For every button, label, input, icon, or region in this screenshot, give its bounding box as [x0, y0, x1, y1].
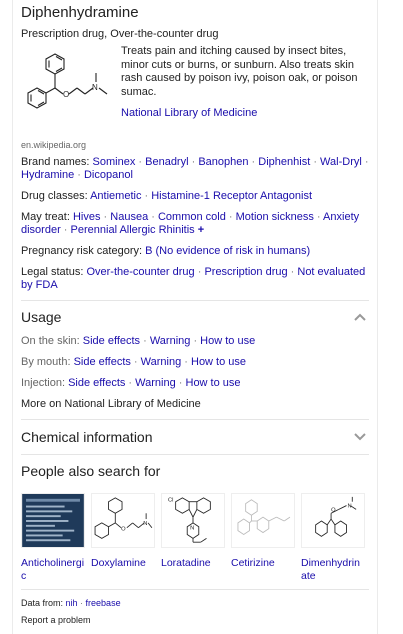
condition-link[interactable]: Motion sickness [236, 211, 314, 223]
fact-may-treat: May treat: Hives · Nausea · Common cold … [21, 211, 360, 236]
condition-link[interactable]: Nausea [110, 211, 148, 223]
side-effects-link[interactable]: Side effects [68, 377, 125, 389]
usage-row-mouth: By mouth: Side effects · Warning · How t… [21, 356, 247, 368]
brand-link[interactable]: Banophen [198, 156, 248, 168]
freebase-source-link[interactable]: freebase [86, 598, 121, 608]
svg-text:O: O [121, 527, 126, 533]
brand-link[interactable]: Diphenhist [258, 156, 310, 168]
usage-row-label: On the skin: [21, 335, 80, 347]
pasf-name[interactable]: Doxylamine [91, 557, 155, 570]
warning-link[interactable]: Warning [135, 377, 176, 389]
svg-text:O: O [331, 507, 336, 513]
brand-link[interactable]: Benadryl [145, 156, 188, 168]
pasf-item-anticholinergic[interactable]: Anticholinergic [21, 493, 85, 582]
drug-class-link[interactable]: Histamine-1 Receptor Antagonist [151, 190, 312, 202]
how-to-use-link[interactable]: How to use [186, 377, 241, 389]
fact-label: Brand names: [21, 156, 90, 168]
more-nlm-link[interactable]: More on National Library of Medicine [21, 398, 201, 410]
pregnancy-category-link[interactable]: B (No evidence of risk in humans) [145, 245, 310, 257]
divider [21, 419, 369, 420]
chemical-section-title[interactable]: Chemical information [21, 429, 153, 445]
fact-label: May treat: [21, 211, 70, 223]
pasf-item-cetirizine[interactable]: Cetirizine [231, 493, 295, 570]
brand-link[interactable]: Dicopanol [84, 169, 133, 181]
pasf-item-dimenhydrinate[interactable]: O N Dimenhydrinate [301, 493, 365, 582]
side-effects-link[interactable]: Side effects [83, 335, 140, 347]
data-from-label: Data from: [21, 598, 64, 608]
image-source[interactable]: en.wikipedia.org [21, 140, 86, 150]
dimenhydrinate-thumbnail[interactable]: O N [301, 493, 365, 548]
report-problem-link[interactable]: Report a problem [21, 615, 91, 625]
how-to-use-link[interactable]: How to use [191, 356, 246, 368]
pasf-name[interactable]: Cetirizine [231, 557, 295, 570]
usage-section-title[interactable]: Usage [21, 309, 61, 325]
divider [21, 589, 369, 590]
usage-row-injection: Injection: Side effects · Warning · How … [21, 377, 241, 389]
svg-text:N: N [143, 521, 147, 527]
usage-row-label: By mouth: [21, 356, 71, 368]
expand-plus-icon[interactable]: + [198, 224, 204, 236]
svg-text:N: N [190, 526, 194, 532]
brand-link[interactable]: Wal-Dryl [320, 156, 362, 168]
nih-source-link[interactable]: nih [66, 598, 78, 608]
fact-label: Legal status: [21, 266, 84, 278]
knowledge-panel: Diphenhydramine Prescription drug, Over-… [12, 0, 378, 634]
panel-title: Diphenhydramine [21, 4, 139, 21]
usage-row-skin: On the skin: Side effects · Warning · Ho… [21, 335, 256, 347]
warning-link[interactable]: Warning [141, 356, 182, 368]
diphenhydramine-structure-image[interactable]: O N [21, 48, 118, 134]
chevron-down-icon[interactable] [353, 432, 367, 442]
legal-status-link[interactable]: Prescription drug [204, 266, 287, 278]
brand-link[interactable]: Hydramine [21, 169, 74, 181]
condition-link[interactable]: Common cold [158, 211, 226, 223]
doxylamine-thumbnail[interactable]: O N [91, 493, 155, 548]
how-to-use-link[interactable]: How to use [200, 335, 255, 347]
loratadine-thumbnail[interactable]: Cl N [161, 493, 225, 548]
fact-pregnancy: Pregnancy risk category: B (No evidence … [21, 245, 371, 258]
cetirizine-thumbnail[interactable] [231, 493, 295, 548]
svg-text:N: N [92, 83, 98, 92]
pasf-item-loratadine[interactable]: Cl N Loratadine [161, 493, 225, 570]
side-effects-link[interactable]: Side effects [74, 356, 131, 368]
data-from-line: Data from: nih · freebase [21, 598, 121, 608]
drug-description: Treats pain and itching caused by insect… [121, 45, 358, 98]
pasf-item-doxylamine[interactable]: O N Doxylamine [91, 493, 155, 570]
fact-brand-names: Brand names: Sominex · Benadryl · Banoph… [21, 156, 369, 181]
pasf-name[interactable]: Loratadine [161, 557, 225, 570]
fact-drug-classes: Drug classes: Antiemetic · Histamine-1 R… [21, 190, 313, 202]
fact-label: Drug classes: [21, 190, 88, 202]
anticholinergic-thumbnail[interactable] [21, 493, 85, 548]
divider [21, 454, 369, 455]
svg-text:Cl: Cl [168, 498, 173, 504]
svg-text:N: N [347, 503, 351, 509]
fact-legal-status: Legal status: Over-the-counter drug · Pr… [21, 266, 366, 291]
warning-link[interactable]: Warning [150, 335, 191, 347]
pasf-name[interactable]: Dimenhydrinate [301, 557, 365, 582]
condition-link[interactable]: Perennial Allergic Rhinitis [71, 224, 195, 236]
svg-text:O: O [63, 90, 69, 99]
legal-status-link[interactable]: Over-the-counter drug [86, 266, 194, 278]
condition-link[interactable]: Hives [73, 211, 101, 223]
description-source-link[interactable]: National Library of Medicine [121, 107, 257, 119]
panel-subtitle: Prescription drug, Over-the-counter drug [21, 28, 219, 40]
usage-row-label: Injection: [21, 377, 66, 389]
drug-class-link[interactable]: Antiemetic [90, 190, 141, 202]
pasf-name[interactable]: Anticholinergic [21, 557, 85, 582]
divider [21, 300, 369, 301]
people-also-search-title: People also search for [21, 463, 161, 479]
chevron-up-icon[interactable] [353, 312, 367, 322]
fact-label: Pregnancy risk category: [21, 245, 143, 257]
brand-link[interactable]: Sominex [93, 156, 136, 168]
